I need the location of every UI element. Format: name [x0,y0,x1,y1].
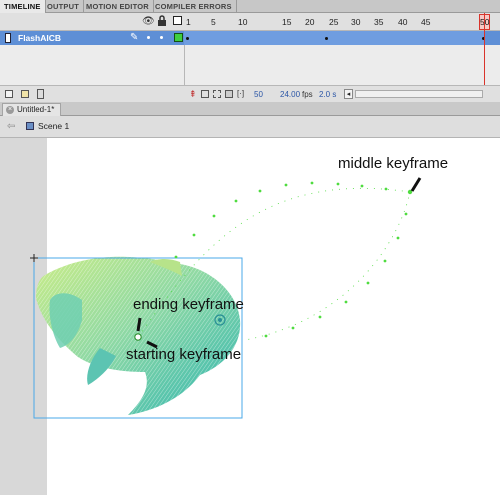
middle-leader-line [410,177,422,192]
ending-keyframe-label: ending keyframe [133,296,244,313]
starting-keyframe-label: starting keyframe [126,346,242,363]
ending-leader-line [136,317,142,332]
middle-keyframe-label: middle keyframe [338,155,449,172]
registration-crosshair [30,254,38,262]
keyframe-point[interactable] [134,333,142,341]
stage-artwork [30,177,422,419]
